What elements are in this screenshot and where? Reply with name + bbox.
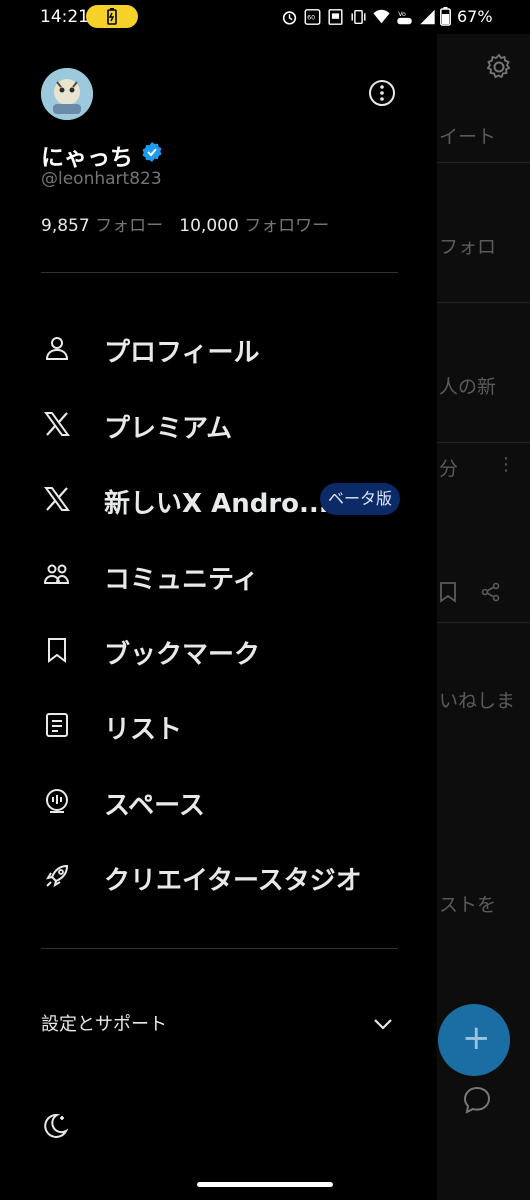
- avatar[interactable]: [41, 68, 93, 120]
- bg-text: ストを: [439, 894, 497, 916]
- follow-stats[interactable]: 9,857 フォロー 10,000 フォロワー: [41, 211, 329, 236]
- beta-badge: ベータ版: [320, 483, 401, 515]
- bg-divider: [437, 162, 530, 163]
- bg-text: 分: [439, 458, 459, 480]
- menu-item-spaces[interactable]: スペース: [0, 771, 437, 831]
- plus-icon: +: [462, 1018, 491, 1058]
- verified-badge-icon: [142, 142, 162, 162]
- menu-label: リスト: [104, 715, 183, 745]
- menu-label: ブックマーク: [104, 640, 261, 670]
- bg-divider: [437, 442, 530, 443]
- status-time: 14:21: [40, 7, 89, 27]
- bookmark-icon: [440, 582, 456, 603]
- svg-text:60: 60: [307, 15, 315, 22]
- status-icons: 60 Vo: [280, 7, 437, 27]
- menu-item-premium[interactable]: プレミアム: [0, 394, 437, 454]
- list-icon: [46, 713, 68, 737]
- menu-item-bookmarks[interactable]: ブックマーク: [0, 620, 437, 680]
- menu-item-communities[interactable]: コミュニティ: [0, 545, 437, 605]
- settings-gear-icon[interactable]: [485, 53, 513, 81]
- battery-icon: [440, 7, 451, 26]
- settings-support-toggle[interactable]: 設定とサポート: [41, 1010, 167, 1036]
- volte-icon: Vo: [397, 11, 412, 25]
- wifi-icon: [373, 9, 390, 24]
- display-name[interactable]: にゃっち: [41, 138, 133, 172]
- navigation-drawer: にゃっち @leonhart823 9,857 フォロー 10,000 フォロワ…: [0, 34, 437, 1200]
- svg-text:Vo: Vo: [398, 11, 406, 18]
- more-dots-icon: ⋮: [497, 454, 515, 475]
- data-saver-icon: 60: [304, 9, 321, 25]
- spaces-icon: [46, 789, 68, 813]
- menu-item-new-x-android[interactable]: 新しいX Andro... ベータ版: [0, 469, 437, 529]
- communities-icon: [43, 564, 70, 584]
- gesture-nav-bar[interactable]: [197, 1182, 333, 1187]
- menu-item-lists[interactable]: リスト: [0, 695, 437, 755]
- bg-text: 人の新: [439, 376, 497, 398]
- alarm-icon: [282, 11, 297, 25]
- compose-fab-button[interactable]: +: [438, 1004, 510, 1076]
- status-bar: 14:21 60 Vo 67%: [0, 0, 530, 34]
- bg-divider: [437, 302, 530, 303]
- following-count: 9,857: [41, 216, 90, 236]
- menu-label: 新しいX Andro...: [104, 489, 329, 519]
- user-handle: @leonhart823: [41, 169, 162, 189]
- followers-label: フォロワー: [244, 216, 330, 236]
- bg-text: いねしま: [439, 690, 516, 712]
- followers-count: 10,000: [179, 216, 239, 236]
- bg-text: イート: [439, 126, 497, 148]
- chevron-down-icon[interactable]: [372, 1013, 394, 1035]
- divider: [41, 948, 398, 949]
- following-label: フォロー: [95, 216, 164, 236]
- divider: [41, 272, 398, 273]
- x-logo-icon: [44, 487, 70, 511]
- bookmark-icon: [48, 638, 66, 663]
- menu-item-creator-studio[interactable]: クリエイタースタジオ: [0, 846, 437, 906]
- x-logo-icon: [44, 412, 70, 436]
- vibrate-icon: [351, 9, 366, 25]
- share-icon: [481, 582, 500, 602]
- person-icon: [45, 337, 69, 360]
- screen-icon: [328, 9, 343, 25]
- menu-label: スペース: [104, 791, 205, 821]
- messages-icon[interactable]: [461, 1084, 493, 1116]
- menu-label: クリエイタースタジオ: [104, 866, 362, 896]
- menu-label: プレミアム: [104, 414, 233, 444]
- theme-moon-icon[interactable]: [41, 1112, 69, 1140]
- menu-item-profile[interactable]: プロフィール: [0, 318, 437, 378]
- rocket-icon: [45, 864, 69, 888]
- menu-label: コミュニティ: [104, 565, 259, 595]
- bg-text: フォロ: [439, 236, 497, 258]
- battery-percent: 67%: [457, 7, 493, 26]
- menu-label: プロフィール: [104, 338, 260, 368]
- more-options-icon[interactable]: [368, 79, 396, 107]
- bg-divider: [437, 622, 530, 623]
- signal-icon: [420, 9, 435, 25]
- battery-saver-pill: [86, 5, 138, 28]
